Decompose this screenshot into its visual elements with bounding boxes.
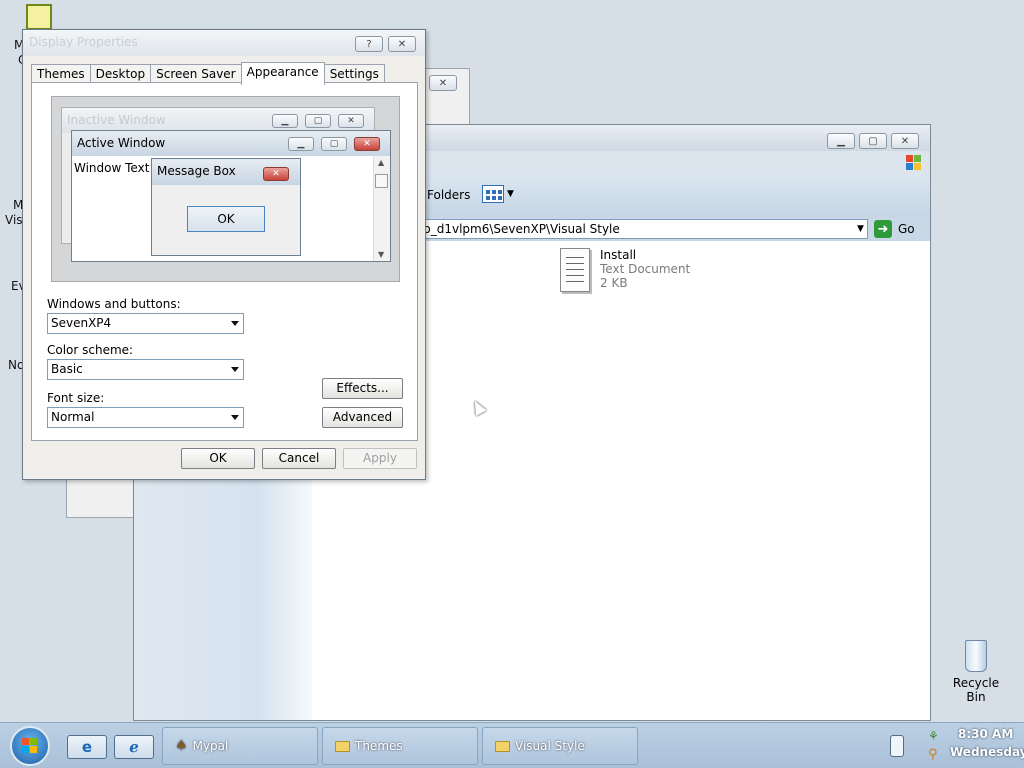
file-type: Text Document [600,262,691,276]
preview-message-box: Message Box ✕ OK [151,158,301,256]
close-icon[interactable]: ✕ [891,133,919,149]
clock[interactable]: 8:30 AM Wednesday [950,727,1024,759]
folders-label: Folders [427,188,471,202]
preview-window-text: Window Text [74,161,150,175]
tab-desktop[interactable]: Desktop [89,64,152,84]
font-size-value: Normal [51,410,95,424]
font-size-select[interactable]: Normal [47,407,244,428]
chevron-down-icon[interactable]: ▼ [507,189,514,199]
help-icon: ? [366,38,372,50]
start-button[interactable] [10,726,50,766]
maximize-icon: ▢ [305,114,331,128]
windows-buttons-select[interactable]: SevenXP4 [47,313,244,334]
views-icon [482,185,504,203]
minimize-icon: ▁ [272,114,298,128]
display-properties-dialog[interactable]: Display Properties ? ✕ Themes Desktop Sc… [22,29,426,480]
preview-message-title: Message Box [157,164,236,178]
preview-active-window: Active Window ▁ ▢ ✕ Window Text ▲ ▼ Mess… [71,130,391,262]
taskbar-button-visual-style[interactable]: Visual Style [482,727,638,765]
help-button[interactable]: ? [355,36,383,52]
text-document-icon [560,248,590,292]
taskbar-button-themes[interactable]: Themes [322,727,478,765]
close-icon[interactable]: ✕ [429,75,457,91]
go-arrow-icon: ➜ [874,220,892,238]
preview-scrollbar: ▲ ▼ [373,156,390,261]
windows-buttons-value: SevenXP4 [51,316,112,330]
tab-settings[interactable]: Settings [323,64,385,84]
taskbar-button-label: Mypal [192,739,229,753]
close-button[interactable]: ✕ [388,36,416,52]
dialog-title: Display Properties [29,35,138,49]
close-icon: ✕ [397,38,407,50]
windows-buttons-label: Windows and buttons: [47,297,181,311]
folder-icon [495,740,510,752]
chevron-down-icon[interactable]: ▼ [857,224,864,234]
file-size: 2 KB [600,276,628,290]
preview-active-title: Active Window [77,136,166,150]
ok-button[interactable]: OK [181,448,255,469]
windows-logo-icon [904,153,924,173]
search-icon[interactable]: ⚲ [928,747,938,762]
chevron-down-icon [231,415,239,420]
apply-button[interactable]: Apply [343,448,417,469]
desktop-app-icon[interactable] [26,4,52,30]
network-icon[interactable]: ⚘ [928,729,939,743]
font-size-label: Font size: [47,391,105,405]
minimize-icon[interactable]: ▁ [827,133,855,149]
tray-expand-button[interactable] [890,735,904,757]
mypal-icon: ♠ [175,738,188,754]
tab-screen-saver[interactable]: Screen Saver [150,64,242,84]
go-button[interactable]: ➜ Go [874,219,915,239]
recycle-bin[interactable]: Recycle Bin [942,640,1010,704]
taskbar-button-label: Themes [355,739,403,753]
views-button[interactable]: ▼ [482,185,514,203]
color-scheme-label: Color scheme: [47,343,134,357]
effects-button[interactable]: Effects... [322,378,403,399]
taskbar: e ℯ ♠ Mypal Themes Visual Style ⚘ ⚲ 8:30… [0,722,1024,768]
quicklaunch-browser-icon[interactable]: e [67,735,107,759]
color-scheme-value: Basic [51,362,83,376]
windows-logo-icon [22,738,38,754]
recycle-bin-label: Recycle Bin [952,676,1000,704]
tab-themes[interactable]: Themes [31,64,91,84]
folder-icon [335,740,350,752]
taskbar-button-mypal[interactable]: ♠ Mypal [162,727,318,765]
close-icon: ✕ [338,114,364,128]
minimize-icon: ▁ [288,137,314,151]
preview-inactive-title: Inactive Window [67,113,166,127]
chevron-down-icon [231,367,239,372]
preview-ok-button: OK [187,206,265,232]
folders-button[interactable]: Folders [427,188,470,202]
chevron-down-icon [231,321,239,326]
advanced-button[interactable]: Advanced [322,407,403,428]
internet-explorer-icon[interactable]: ℯ [114,735,154,759]
maximize-icon[interactable]: ▢ [859,133,887,149]
clock-day: Wednesday [950,745,1024,759]
clock-time: 8:30 AM [958,727,1014,741]
appearance-panel: Inactive Window ▁ ▢ ✕ Active Window ▁ ▢ … [31,82,418,441]
close-icon: ✕ [263,167,289,181]
file-item-install[interactable]: Install Text Document 2 KB [560,248,690,292]
maximize-icon: ▢ [321,137,347,151]
file-name: Install [600,248,637,262]
color-scheme-select[interactable]: Basic [47,359,244,380]
recycle-bin-icon [965,640,987,672]
taskbar-button-label: Visual Style [515,739,585,753]
appearance-preview: Inactive Window ▁ ▢ ✕ Active Window ▁ ▢ … [51,96,400,282]
go-label: Go [898,222,915,236]
dialog-titlebar[interactable]: Display Properties ? ✕ [23,30,425,56]
close-icon: ✕ [354,137,380,151]
tab-appearance[interactable]: Appearance [240,62,325,85]
cancel-button[interactable]: Cancel [262,448,336,469]
